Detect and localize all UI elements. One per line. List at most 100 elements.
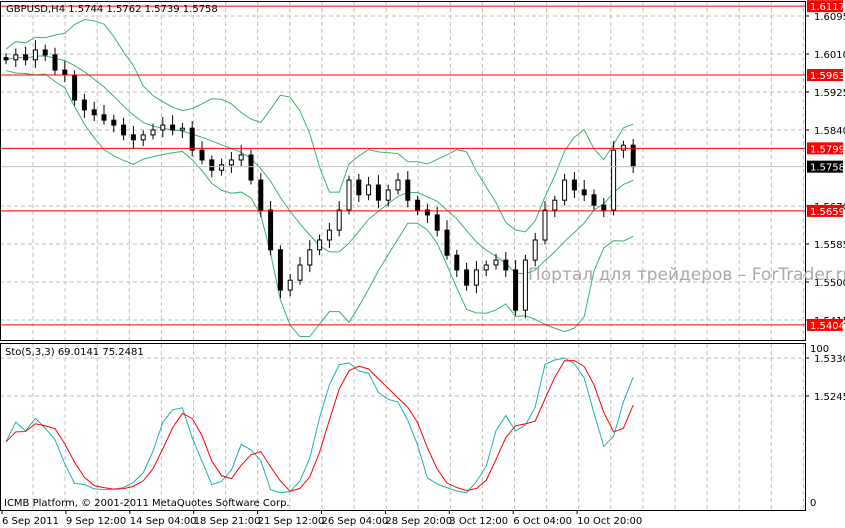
candle-body (483, 264, 489, 271)
candle-body (199, 149, 205, 161)
candle-body (366, 184, 372, 196)
level-price-label: 1.5659 (810, 207, 845, 218)
y-tick-label: 1.5330 (814, 354, 845, 365)
candle-body (32, 49, 38, 61)
candle-body (13, 54, 19, 61)
candle-body (326, 229, 332, 241)
stochastic-panel-frame (0, 343, 806, 511)
candle-body (542, 209, 548, 241)
candle-body (130, 134, 136, 141)
candle-body (454, 254, 460, 271)
candle-body (121, 124, 127, 136)
y-tick-label: 1.5925 (814, 88, 845, 99)
x-tick-label: 6 Sep 2011 (2, 516, 59, 527)
main-panel-frame (0, 1, 806, 341)
candle-body (434, 214, 440, 231)
stochastic-panel (5, 357, 634, 494)
candle-body (444, 229, 450, 256)
candle-body (268, 209, 274, 251)
candle-body (81, 99, 87, 111)
candle-body (385, 189, 391, 201)
level-price-label: 1.5404 (810, 321, 845, 332)
grid (0, 1, 805, 510)
y-tick-label: 1.5585 (814, 240, 845, 251)
y-tick-label: 1.6010 (814, 50, 845, 61)
bollinger-upper (5, 19, 634, 233)
candle-body (91, 109, 97, 116)
candle-body (170, 124, 176, 131)
candle-body (160, 124, 166, 131)
candle-body (287, 279, 293, 291)
candle-body (581, 189, 587, 196)
candle-body (277, 249, 283, 291)
axes: 1.60951.60101.59251.58401.56701.55851.55… (0, 0, 845, 527)
symbol-label: GBPUSD,H4 1.5744 1.5762 1.5739 1.5758 (6, 4, 218, 15)
candle-body (3, 57, 9, 61)
stochastic-main-line (5, 357, 634, 494)
candle-body (562, 179, 568, 201)
candle-body (238, 154, 244, 161)
bollinger-bands (5, 19, 634, 338)
stochastic-label: Sto(5,3,3) 69.0141 75.2481 (5, 347, 144, 358)
candle-body (101, 114, 107, 121)
candle-body (415, 199, 421, 211)
x-tick-label: 10 Oct 20:00 (577, 516, 642, 527)
candle-body (601, 204, 607, 211)
candle-body (23, 54, 29, 61)
x-tick-label: 3 Oct 12:00 (449, 516, 508, 527)
x-tick-label: 26 Sep 04:00 (322, 516, 389, 527)
candle-body (258, 179, 264, 211)
y-tick-label: 1.5245 (814, 392, 845, 403)
x-tick-label: 21 Sep 12:00 (258, 516, 325, 527)
candle-body (493, 259, 499, 266)
candle-body (532, 239, 538, 261)
current-price-label: 1.5758 (810, 163, 845, 174)
x-tick-label: 9 Sep 12:00 (66, 516, 126, 527)
candle-body (522, 259, 528, 311)
candle-body (395, 179, 401, 191)
level-price-label: 1.6117 (810, 2, 845, 13)
candle-body (552, 199, 558, 211)
level-price-label: 1.5799 (810, 144, 845, 155)
candle-body (620, 144, 626, 151)
candle-body (317, 239, 323, 251)
candle-body (591, 194, 597, 206)
candle-body (356, 179, 362, 196)
candle-body (140, 134, 146, 141)
candle-body (336, 209, 342, 231)
candle-body (375, 184, 381, 201)
candle-body (513, 269, 519, 311)
watermark: Портал для трейдеров – ForTrader.ru (528, 265, 845, 285)
x-tick-label: 14 Sep 04:00 (130, 516, 197, 527)
candle-body (189, 127, 195, 151)
level-price-label: 1.5963 (810, 71, 845, 82)
candle-body (405, 179, 411, 201)
candle-body (571, 179, 577, 191)
y-tick-label: 1.6095 (814, 12, 845, 23)
candle-body (473, 269, 479, 286)
candle-body (297, 264, 303, 281)
candle-body (52, 54, 58, 71)
candle-body (72, 74, 78, 101)
candle-body (62, 69, 68, 76)
candle-body (503, 259, 509, 271)
y-tick-label: 1.5840 (814, 126, 845, 137)
x-tick-label: 28 Sep 20:00 (385, 516, 452, 527)
candle-body (307, 249, 313, 266)
stochastic-signal-line (5, 360, 634, 492)
candle-body (219, 164, 225, 171)
candle-body (179, 127, 185, 131)
candle-body (346, 179, 352, 211)
stochastic-y-tick-label: 100 (810, 344, 829, 355)
candle-body (42, 49, 48, 56)
candle-body (228, 159, 234, 166)
candle-body (611, 149, 617, 211)
x-tick-label: 6 Oct 04:00 (513, 516, 572, 527)
candle-body (150, 129, 156, 136)
candle-body (248, 154, 254, 181)
copyright-label: ICMB Platform, © 2001-2011 MetaQuotes So… (4, 498, 290, 509)
candle-body (209, 159, 215, 171)
candle-body (111, 119, 117, 126)
chart-canvas[interactable]: 1.60951.60101.59251.58401.56701.55851.55… (0, 0, 845, 528)
stochastic-y-tick-label: 0 (810, 498, 816, 509)
